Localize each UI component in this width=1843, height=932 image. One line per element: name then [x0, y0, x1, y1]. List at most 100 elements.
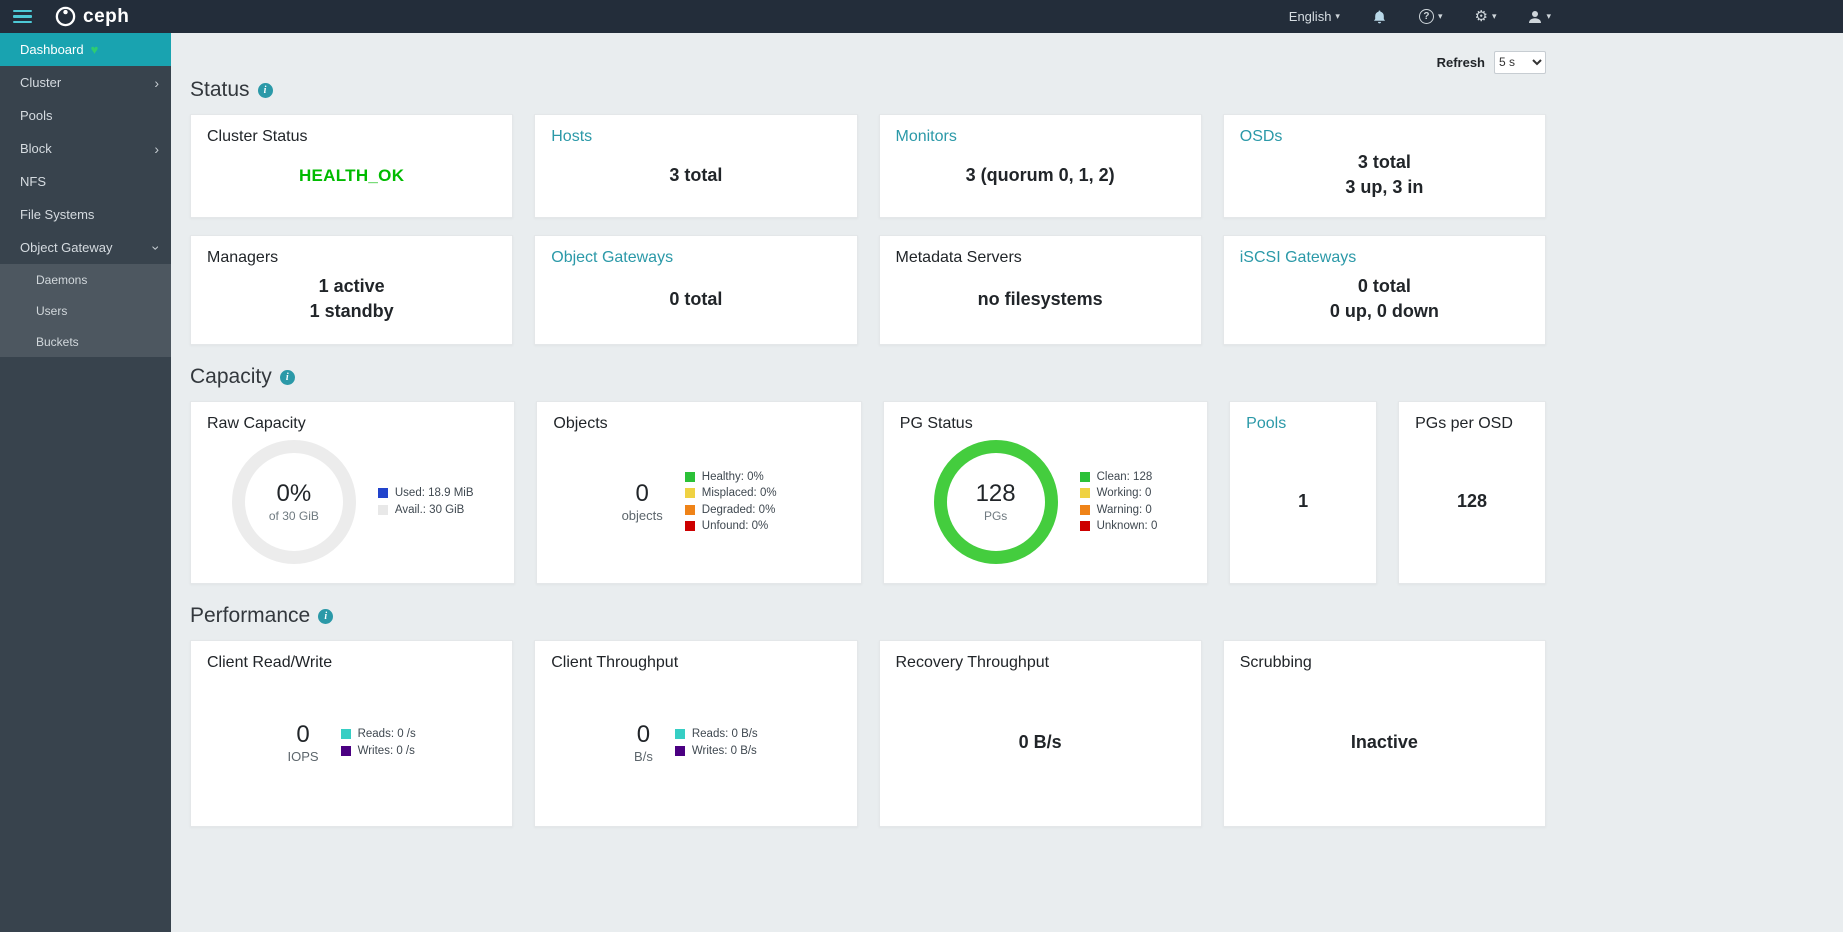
info-icon[interactable]: i — [279, 369, 295, 385]
help-dropdown[interactable]: ? ▾ — [1418, 9, 1442, 24]
language-dropdown[interactable]: English ▾ — [1289, 9, 1340, 24]
hosts-link[interactable]: Hosts — [551, 128, 840, 146]
objects-count: 0 objects — [622, 480, 663, 524]
hamburger-bar — [12, 20, 32, 24]
user-dropdown[interactable]: ▾ — [1528, 10, 1551, 24]
hamburger-menu-button[interactable] — [0, 0, 44, 33]
monitors-card: Monitors 3 (quorum 0, 1, 2) — [878, 114, 1202, 218]
sidebar-item-nfs[interactable]: NFS — [0, 165, 171, 198]
legend-item: Unknown: 0 — [1079, 520, 1158, 533]
refresh-control: Refresh 5 s — [190, 50, 1546, 74]
legend-swatch — [674, 745, 685, 756]
scrubbing-value: Inactive — [1350, 732, 1418, 752]
card-title: Objects — [553, 415, 608, 432]
sidebar-item-file-systems[interactable]: File Systems — [0, 198, 171, 231]
card-title: Metadata Servers — [895, 249, 1022, 266]
sidebar-item-dashboard[interactable]: Dashboard ♥ — [0, 33, 171, 66]
client-throughput-card: Client Throughput 0 B/s Reads: 0 B/s Wri… — [534, 640, 858, 827]
managers-standby-value: 1 standby — [309, 301, 394, 321]
card-title: Client Read/Write — [207, 654, 333, 671]
legend-item: Avail.: 30 GiB — [377, 503, 474, 516]
raw-capacity-card: Raw Capacity 0% of 30 GiB Used: 18.9 MiB — [190, 401, 516, 584]
iscsi-gateways-link[interactable]: iSCSI Gateways — [1240, 249, 1529, 267]
legend-swatch — [340, 729, 351, 740]
sidebar-item-object-gateway[interactable]: Object Gateway › — [0, 231, 171, 264]
info-icon[interactable]: i — [257, 82, 273, 98]
legend-item: Reads: 0 B/s — [674, 728, 758, 741]
capacity-card-grid: Raw Capacity 0% of 30 GiB Used: 18.9 MiB — [190, 401, 1546, 584]
sidebar-item-label: Cluster — [20, 75, 62, 90]
legend-label: Unfound: 0% — [701, 520, 769, 533]
notifications-button[interactable] — [1372, 9, 1387, 25]
object-gateways-card: Object Gateways 0 total — [534, 235, 858, 345]
osds-link[interactable]: OSDs — [1240, 128, 1529, 146]
legend-item: Misplaced: 0% — [684, 487, 777, 500]
hamburger-bar — [12, 9, 32, 13]
monitors-link[interactable]: Monitors — [896, 128, 1185, 146]
sidebar-item-users[interactable]: Users — [0, 295, 171, 326]
legend-swatch — [1079, 471, 1090, 482]
card-title: PGs per OSD — [1415, 415, 1513, 432]
caret-down-icon: ▾ — [1546, 11, 1551, 21]
iscsi-gateways-card: iSCSI Gateways 0 total 0 up, 0 down — [1222, 235, 1546, 345]
pgs-per-osd-card: PGs per OSD 128 — [1398, 401, 1546, 584]
object-gateways-link[interactable]: Object Gateways — [551, 249, 840, 267]
legend-label: Avail.: 30 GiB — [394, 503, 465, 516]
legend-label: Reads: 0 /s — [357, 728, 416, 741]
sidebar-item-label: File Systems — [20, 207, 95, 222]
sidebar-item-pools[interactable]: Pools — [0, 99, 171, 132]
pg-status-legend: Clean: 128 Working: 0 Warning: 0 Unknown… — [1079, 466, 1158, 537]
managers-active-value: 1 active — [318, 276, 385, 296]
metadata-servers-card: Metadata Servers no filesystems — [878, 235, 1202, 345]
top-navbar: ceph English ▾ ? ▾ ⚙ ▾ ▾ — [0, 0, 1843, 33]
ceph-brand[interactable]: ceph — [54, 5, 129, 28]
bell-icon — [1373, 9, 1385, 23]
gear-icon: ⚙ — [1474, 8, 1488, 25]
client-throughput-sublabel: B/s — [634, 748, 653, 764]
hosts-card: Hosts 3 total — [534, 114, 858, 218]
pg-status-card: PG Status 128 PGs Clean: 128 Working: 0 … — [882, 401, 1209, 584]
cluster-status-card: Cluster Status HEALTH_OK — [190, 114, 514, 218]
sidebar-nav: Dashboard ♥ Cluster › Pools Block › NFS … — [0, 33, 171, 932]
legend-label: Writes: 0 /s — [357, 744, 415, 757]
caret-down-icon: ▾ — [1335, 11, 1340, 21]
legend-item: Writes: 0 /s — [340, 744, 416, 757]
card-title: Raw Capacity — [207, 415, 306, 432]
legend-label: Healthy: 0% — [701, 470, 764, 483]
legend-label: Misplaced: 0% — [701, 487, 777, 500]
sidebar-item-label: Block — [20, 141, 52, 156]
sidebar-item-buckets[interactable]: Buckets — [0, 326, 171, 357]
legend-label: Reads: 0 B/s — [691, 728, 758, 741]
sidebar-item-block[interactable]: Block › — [0, 132, 171, 165]
client-throughput-value: 0 — [636, 720, 651, 748]
client-iops-value: 0 — [296, 720, 310, 748]
refresh-interval-select[interactable]: 5 s — [1494, 50, 1546, 74]
legend-swatch — [1079, 521, 1090, 532]
chevron-down-icon: › — [148, 245, 165, 250]
sidebar-item-label: Users — [36, 303, 68, 318]
card-title: Cluster Status — [207, 128, 308, 145]
section-title: Status — [190, 78, 250, 101]
legend-label: Unknown: 0 — [1096, 520, 1158, 533]
legend-item: Reads: 0 /s — [340, 728, 416, 741]
donut-value: 128 — [975, 479, 1016, 507]
donut-value: 0% — [276, 479, 312, 507]
legend-label: Used: 18.9 MiB — [394, 487, 474, 500]
legend-item: Working: 0 — [1079, 487, 1158, 500]
legend-label: Working: 0 — [1096, 487, 1152, 500]
info-icon[interactable]: i — [318, 608, 334, 624]
sidebar-item-cluster[interactable]: Cluster › — [0, 66, 171, 99]
legend-item: Healthy: 0% — [684, 470, 777, 483]
legend-swatch — [684, 488, 695, 499]
sidebar-item-label: Object Gateway — [20, 240, 113, 255]
legend-swatch — [674, 729, 685, 740]
legend-item: Writes: 0 B/s — [674, 745, 758, 757]
legend-item: Unfound: 0% — [684, 520, 777, 533]
legend-item: Warning: 0 — [1079, 504, 1158, 516]
legend-swatch — [1079, 488, 1090, 499]
hosts-value: 3 total — [669, 164, 723, 185]
settings-dropdown[interactable]: ⚙ ▾ — [1474, 9, 1496, 24]
sidebar-item-daemons[interactable]: Daemons — [0, 264, 171, 295]
pools-link[interactable]: Pools — [1246, 415, 1360, 433]
performance-card-grid: Client Read/Write 0 IOPS Reads: 0 /s Wri… — [190, 640, 1546, 827]
